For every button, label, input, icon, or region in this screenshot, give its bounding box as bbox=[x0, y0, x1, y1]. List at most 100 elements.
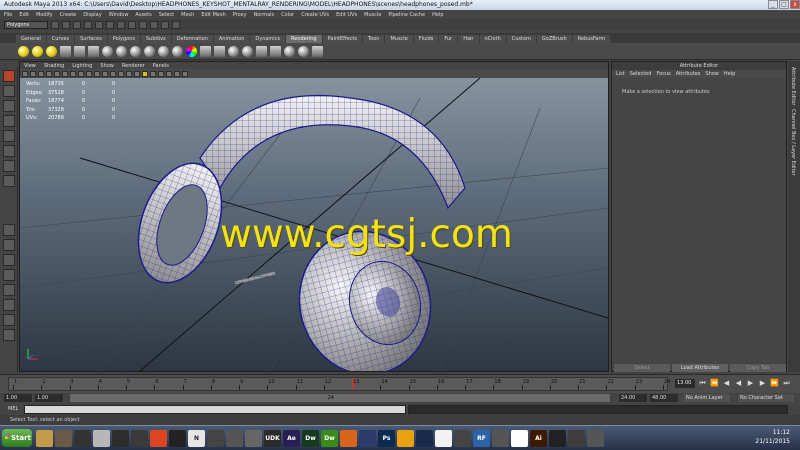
resolution-gate-icon[interactable] bbox=[70, 70, 76, 77]
taskbar-app-icon[interactable]: Dw bbox=[302, 430, 319, 447]
ipr-icon[interactable] bbox=[88, 45, 99, 57]
menu-edit-uvs[interactable]: Edit UVs bbox=[336, 12, 357, 18]
chrome-sphere-icon[interactable] bbox=[228, 45, 239, 57]
close-button[interactable]: x bbox=[790, 0, 800, 9]
ae-menu-help[interactable]: Help bbox=[724, 71, 735, 77]
mental-ray-icon[interactable] bbox=[284, 45, 295, 57]
shelf-tab-subdivs[interactable]: Subdivs bbox=[141, 35, 171, 43]
rotate-tool-icon[interactable] bbox=[3, 130, 15, 142]
minimize-button[interactable]: _ bbox=[768, 0, 778, 9]
shelf-tab-fluids[interactable]: Fluids bbox=[413, 35, 439, 43]
playback-start-field[interactable]: 1.00 bbox=[35, 394, 63, 402]
playback-end-field[interactable]: 24.00 bbox=[619, 394, 647, 402]
taskbar-app-icon[interactable] bbox=[416, 430, 433, 447]
3d-viewport[interactable]: Verts: 18735 0 0 Edges: 37528 0 0 Faces: 18774 0 0 T… bbox=[20, 78, 608, 371]
grid-icon[interactable] bbox=[54, 70, 60, 77]
character-set-dropdown[interactable]: No Character Set bbox=[738, 394, 794, 402]
image-plane-icon[interactable] bbox=[46, 70, 52, 77]
taskbar-app-icon[interactable] bbox=[511, 430, 528, 447]
camera-icon[interactable] bbox=[60, 45, 71, 57]
move-tool-icon[interactable] bbox=[3, 115, 15, 127]
xray-joints-icon[interactable] bbox=[166, 70, 172, 77]
step-forward-frame-icon[interactable]: ▶ bbox=[758, 379, 767, 388]
shelf-tab-hair[interactable]: Hair bbox=[458, 35, 479, 43]
taskbar-app-icon[interactable] bbox=[587, 430, 604, 447]
play-backwards-icon[interactable]: ◀ bbox=[734, 379, 743, 388]
open-scene-icon[interactable] bbox=[62, 20, 70, 29]
panel-menu-shading[interactable]: Shading bbox=[44, 63, 64, 69]
shelf-tab-surfaces[interactable]: Surfaces bbox=[75, 35, 107, 43]
menu-mesh[interactable]: Mesh bbox=[181, 12, 194, 18]
menu-window[interactable]: Window bbox=[109, 12, 129, 18]
anim-layer-dropdown[interactable]: No Anim Layer bbox=[684, 394, 730, 402]
wireframe-icon[interactable] bbox=[110, 70, 116, 77]
anisotropic-sphere-icon[interactable] bbox=[158, 45, 169, 57]
attribute-editor-tab[interactable]: Attribute Editor bbox=[790, 67, 796, 105]
layout-outliner-icon[interactable] bbox=[3, 269, 15, 281]
phonge-sphere-icon[interactable] bbox=[144, 45, 155, 57]
film-gate-icon[interactable] bbox=[62, 70, 68, 77]
ae-menu-show[interactable]: Show bbox=[705, 71, 719, 77]
menu-select[interactable]: Select bbox=[159, 12, 174, 18]
menu-set-dropdown[interactable]: Polygons bbox=[4, 20, 48, 29]
panel-menu-panels[interactable]: Panels bbox=[153, 63, 169, 69]
render-globals-icon[interactable] bbox=[312, 45, 323, 57]
panel-menu-renderer[interactable]: Renderer bbox=[122, 63, 145, 69]
taskbar-app-icon[interactable] bbox=[568, 430, 585, 447]
select-tool-icon[interactable] bbox=[3, 70, 15, 82]
use-all-lights-icon[interactable] bbox=[142, 70, 148, 77]
taskbar-app-icon[interactable] bbox=[454, 430, 471, 447]
surface-shader-icon[interactable] bbox=[172, 45, 183, 57]
render-settings-icon[interactable] bbox=[172, 20, 180, 29]
xray-icon[interactable] bbox=[158, 70, 164, 77]
layout-graph-icon[interactable] bbox=[3, 284, 15, 296]
animation-end-field[interactable]: 48.00 bbox=[650, 394, 678, 402]
range-slider-bar[interactable]: 24 bbox=[70, 394, 610, 402]
layout-side-icon[interactable] bbox=[3, 254, 15, 266]
menu-modify[interactable]: Modify bbox=[36, 12, 53, 18]
hypershade-icon[interactable] bbox=[200, 45, 211, 57]
go-to-start-icon[interactable]: ⏮ bbox=[698, 379, 707, 388]
menu-create[interactable]: Create bbox=[60, 12, 77, 18]
layout-hypershade-icon[interactable] bbox=[3, 299, 15, 311]
menu-display[interactable]: Display bbox=[83, 12, 101, 18]
shelf-tab-rendering[interactable]: Rendering bbox=[286, 35, 322, 43]
camera-aim-icon[interactable] bbox=[74, 45, 85, 57]
paint-select-icon[interactable] bbox=[3, 100, 15, 112]
animation-start-field[interactable]: 1.00 bbox=[4, 394, 32, 402]
taskbar-app-icon[interactable] bbox=[112, 430, 129, 447]
taskbar-app-icon[interactable]: UDK bbox=[264, 430, 281, 447]
menu-muscle[interactable]: Muscle bbox=[364, 12, 381, 18]
layout-single-icon[interactable] bbox=[3, 224, 15, 236]
smooth-shade-icon[interactable] bbox=[118, 70, 124, 77]
menu-color[interactable]: Color bbox=[281, 12, 294, 18]
safe-action-icon[interactable] bbox=[94, 70, 100, 77]
new-scene-icon[interactable] bbox=[51, 20, 59, 29]
taskbar-app-icon[interactable] bbox=[492, 430, 509, 447]
taskbar-app-icon[interactable] bbox=[226, 430, 243, 447]
taskbar-app-icon[interactable] bbox=[55, 430, 72, 447]
camera-attributes-icon[interactable] bbox=[30, 70, 36, 77]
select-object-icon[interactable] bbox=[95, 20, 103, 29]
isolate-select-icon[interactable] bbox=[174, 70, 180, 77]
select-hierarchy-icon[interactable] bbox=[84, 20, 92, 29]
channel-box-tab[interactable]: Channel Box / Layer Editor bbox=[790, 109, 796, 176]
clock-date[interactable]: 21/11/2015 bbox=[755, 437, 790, 446]
shelf-tab-gozbrush[interactable]: GoZBrush bbox=[536, 35, 572, 43]
menu-pipeline-cache[interactable]: Pipeline Cache bbox=[388, 12, 425, 18]
shelf-tab-ncloth[interactable]: nCloth bbox=[479, 35, 506, 43]
menu-normals[interactable]: Normals bbox=[253, 12, 274, 18]
taskbar-app-icon[interactable] bbox=[207, 430, 224, 447]
time-slider-track[interactable]: 1 2 3 4 5 6 7 8 9 10 11 12 13 14 15 16 17 18 19 20 21 22 23 24 bbox=[8, 377, 670, 391]
taskbar-app-icon[interactable] bbox=[340, 430, 357, 447]
glass-sphere-icon[interactable] bbox=[242, 45, 253, 57]
spot-light-icon[interactable] bbox=[46, 45, 57, 57]
select-button[interactable]: Select bbox=[614, 364, 670, 372]
shelf-tab-toon[interactable]: Toon bbox=[362, 35, 385, 43]
copy-tab-button[interactable]: Copy Tab bbox=[730, 364, 786, 372]
wireframe-on-shaded-icon[interactable] bbox=[126, 70, 132, 77]
shelf-tab-dynamics[interactable]: Dynamics bbox=[250, 35, 286, 43]
shelf-tab-custom[interactable]: Custom bbox=[506, 35, 536, 43]
taskbar-app-icon[interactable] bbox=[169, 430, 186, 447]
current-time-indicator[interactable] bbox=[352, 378, 355, 390]
